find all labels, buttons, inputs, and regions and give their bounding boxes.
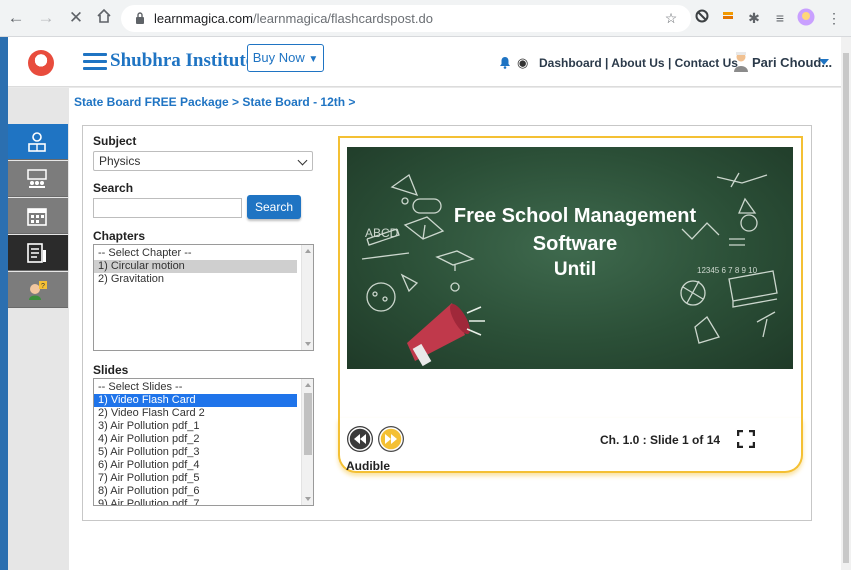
star-icon[interactable]: ☆	[661, 8, 681, 28]
buy-now-button[interactable]: Buy Now ▼	[247, 44, 324, 72]
scroll-up-icon[interactable]	[305, 249, 311, 253]
list-item[interactable]: 1) Video Flash Card	[94, 394, 297, 407]
megaphone-icon	[407, 303, 485, 367]
sidebar-item-classroom[interactable]	[8, 161, 68, 197]
forward-arrow-icon[interactable]: →	[36, 8, 56, 28]
url-text: learnmagica.com/learnmagica/flashcardspo…	[154, 11, 433, 26]
institute-logo	[28, 50, 54, 76]
list-item[interactable]: 2) Gravitation	[94, 273, 313, 286]
forward-button[interactable]	[377, 425, 405, 453]
avatar[interactable]	[732, 51, 750, 73]
sidebar-item-student[interactable]	[8, 124, 68, 160]
slide-title: Free School Management Software	[453, 205, 697, 255]
about-us-link[interactable]: About Us	[611, 56, 664, 70]
slides-listbox[interactable]: -- Select Slides -- 1) Video Flash Card …	[93, 378, 314, 506]
top-links: Dashboard | About Us | Contact Us	[539, 56, 738, 70]
scroll-down-icon[interactable]	[305, 497, 311, 501]
list-item[interactable]: -- Select Chapter --	[94, 247, 313, 260]
svg-text:?: ?	[41, 283, 45, 290]
close-icon[interactable]: ✕	[66, 8, 86, 28]
classroom-icon	[27, 169, 47, 188]
puzzle-icon[interactable]: ✱	[744, 8, 764, 28]
slide-subtitle: Until	[553, 259, 597, 280]
sidebar-item-calendar[interactable]	[8, 198, 68, 234]
contact-us-link[interactable]: Contact Us	[675, 56, 738, 70]
chapters-scrollbar[interactable]	[301, 245, 313, 350]
back-arrow-icon[interactable]: ←	[6, 8, 26, 28]
breadcrumb[interactable]: State Board FREE Package > State Board -…	[74, 95, 355, 109]
page: Shubhra Institute Buy Now ▼ ◉ Dashboard …	[8, 37, 841, 570]
slide-image: ABCD 12345 6 7 8 9 10 Free School Manage…	[347, 147, 793, 369]
block-icon[interactable]	[692, 8, 712, 28]
lock-icon	[136, 12, 144, 24]
subject-label: Subject	[93, 134, 137, 148]
list-item[interactable]: 8) Air Pollution pdf_6	[94, 485, 313, 498]
search-button[interactable]: Search	[247, 195, 301, 219]
list-item[interactable]: 7) Air Pollution pdf_5	[94, 472, 313, 485]
page-scroll-thumb[interactable]	[843, 53, 849, 563]
home-icon[interactable]	[94, 8, 114, 28]
list-item[interactable]: 6) Air Pollution pdf_4	[94, 459, 313, 472]
chapters-label: Chapters	[93, 229, 146, 243]
list-item[interactable]: 2) Video Flash Card 2	[94, 407, 313, 420]
list-item[interactable]: 3) Air Pollution pdf_1	[94, 420, 313, 433]
flag-extension-icon[interactable]	[718, 8, 738, 28]
audible-label: Audible	[346, 459, 390, 473]
chevron-down-icon[interactable]	[819, 59, 829, 65]
kebab-menu-icon[interactable]: ⋮	[824, 8, 844, 28]
menu-list-icon[interactable]: ≡	[770, 8, 790, 28]
rewind-button[interactable]	[346, 425, 374, 453]
hamburger-menu-icon[interactable]	[83, 53, 107, 71]
report-icon	[27, 243, 46, 263]
bell-icon[interactable]	[499, 56, 511, 69]
fullscreen-icon[interactable]	[737, 430, 755, 448]
list-item[interactable]: 5) Air Pollution pdf_3	[94, 446, 313, 459]
calendar-icon	[27, 208, 47, 226]
chevron-down-icon	[297, 155, 308, 166]
quiz-icon: ?	[29, 281, 47, 300]
dashboard-link[interactable]: Dashboard	[539, 56, 602, 70]
search-input[interactable]	[93, 198, 242, 218]
profile-icon[interactable]	[796, 8, 816, 28]
list-item[interactable]: -- Select Slides --	[94, 381, 313, 394]
page-scrollbar[interactable]	[841, 37, 851, 570]
slides-label: Slides	[93, 363, 129, 377]
brand-name[interactable]: Shubhra Institute	[110, 50, 254, 72]
list-item[interactable]: 1) Circular motion	[94, 260, 297, 273]
dashboard-gauge-icon: ◉	[517, 55, 529, 70]
sidebar-item-quiz[interactable]: ?	[8, 272, 68, 308]
student-icon	[28, 132, 46, 152]
address-bar[interactable]: learnmagica.com/learnmagica/flashcardspo…	[121, 5, 691, 32]
slide-controls	[338, 418, 803, 473]
site-header: Shubhra Institute Buy Now ▼ ◉ Dashboard …	[8, 37, 841, 87]
list-item[interactable]: 4) Air Pollution pdf_2	[94, 433, 313, 446]
subject-select[interactable]: Physics	[93, 151, 313, 171]
slide-counter: Ch. 1.0 : Slide 1 of 14	[600, 433, 721, 447]
search-label: Search	[93, 181, 134, 195]
list-item[interactable]: 9) Air Pollution pdf_7	[94, 498, 313, 505]
scroll-thumb[interactable]	[304, 393, 312, 455]
scroll-up-icon[interactable]	[305, 383, 311, 387]
scroll-down-icon[interactable]	[305, 342, 311, 346]
chapters-listbox[interactable]: -- Select Chapter -- 1) Circular motion …	[93, 244, 314, 351]
sidebar-item-report[interactable]	[8, 235, 68, 271]
browser-toolbar: ← → ✕ learnmagica.com/learnmagica/flashc…	[0, 0, 851, 37]
slides-scrollbar[interactable]	[301, 379, 313, 505]
